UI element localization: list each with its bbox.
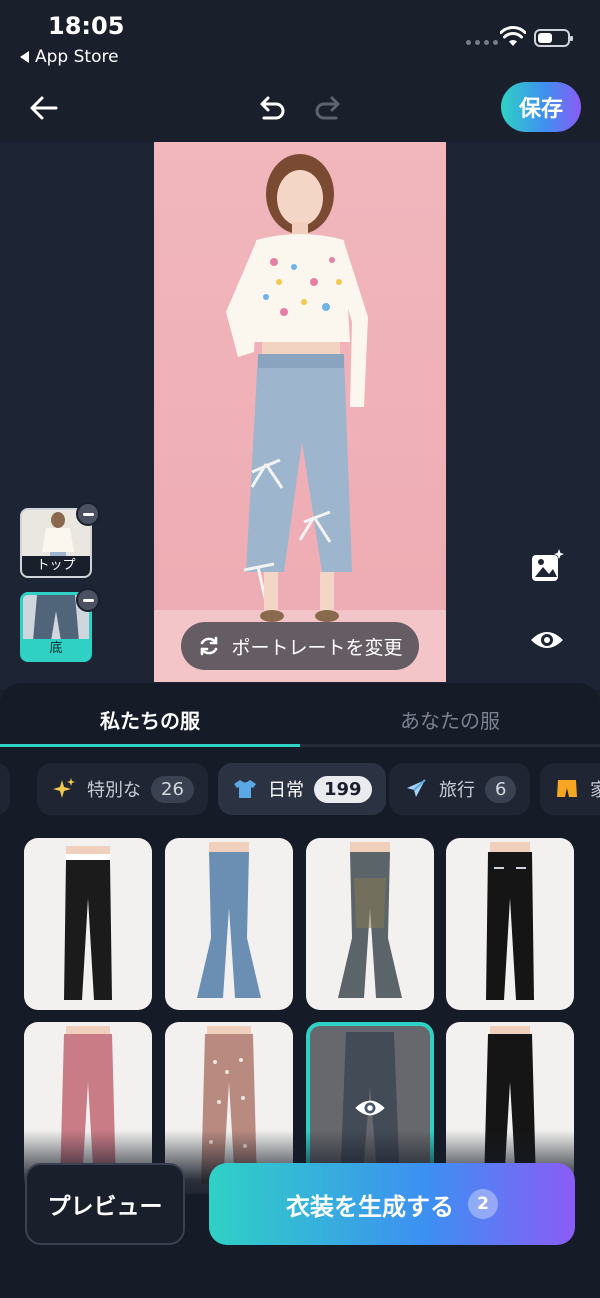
outfit-image — [197, 842, 261, 998]
signal-icon — [466, 40, 498, 45]
redo-icon[interactable] — [308, 88, 348, 128]
airplane-icon — [403, 776, 429, 802]
category-chip-daily[interactable]: 日常 199 — [218, 763, 386, 815]
preview-button[interactable]: プレビュー — [25, 1163, 185, 1245]
category-chip-previous[interactable] — [0, 763, 10, 815]
back-app-label: App Store — [35, 47, 119, 67]
category-chip-home[interactable]: 家 — [540, 763, 600, 815]
wifi-icon — [500, 26, 526, 46]
outfit-item[interactable] — [446, 838, 574, 1010]
back-triangle-icon — [20, 51, 29, 63]
outfit-item[interactable] — [24, 838, 152, 1010]
layer-label-bottom: 底 — [23, 639, 89, 659]
eye-icon[interactable] — [527, 620, 567, 660]
battery-icon — [534, 29, 573, 47]
outfit-item[interactable] — [165, 838, 293, 1010]
refresh-icon — [201, 636, 218, 656]
status-bar: 18:05 App Store — [0, 0, 600, 76]
category-label: 特別な — [87, 780, 141, 801]
change-portrait-label: ポートレートを変更 — [231, 636, 403, 659]
category-label: 家 — [590, 780, 600, 801]
back-to-app-store[interactable]: App Store — [20, 47, 119, 67]
category-chips: 特別な 26 日常 199 旅行 6 家 — [0, 763, 600, 815]
category-label: 日常 — [268, 780, 304, 801]
save-button[interactable]: 保存 — [501, 82, 581, 132]
shorts-icon — [554, 776, 580, 802]
generate-label: 衣装を生成する — [286, 1192, 454, 1221]
outfit-item[interactable] — [306, 838, 434, 1010]
editor-canvas: ポートレートを変更 トップ 底 — [0, 142, 600, 690]
generate-count-badge: 2 — [468, 1189, 498, 1219]
generate-outfit-button[interactable]: 衣装を生成する 2 — [209, 1163, 575, 1245]
change-portrait-button[interactable]: ポートレートを変更 — [181, 622, 419, 670]
category-count: 6 — [485, 775, 517, 803]
tab-your-clothes[interactable]: あなたの服 — [300, 705, 600, 734]
category-chip-travel[interactable]: 旅行 6 — [389, 763, 531, 815]
editor-toolbar: 保存 — [0, 76, 600, 142]
category-chip-special[interactable]: 特別な 26 — [37, 763, 208, 815]
clock: 18:05 — [48, 12, 125, 40]
undo-icon[interactable] — [252, 88, 292, 128]
sparkles-icon — [51, 776, 77, 802]
wardrobe-tabs: 私たちの服 あなたの服 — [0, 683, 600, 747]
tab-our-clothes[interactable]: 私たちの服 — [0, 705, 300, 734]
outfit-image — [486, 842, 534, 1000]
remove-top-layer-button[interactable] — [76, 502, 100, 526]
back-arrow-icon[interactable] — [24, 88, 64, 128]
layer-label-top: トップ — [22, 556, 90, 576]
outfit-image — [64, 846, 112, 1000]
eye-icon — [355, 1100, 385, 1116]
tshirt-icon — [232, 776, 258, 802]
portrait-photo[interactable] — [154, 142, 446, 682]
remove-bottom-layer-button[interactable] — [76, 588, 100, 612]
ai-image-icon[interactable] — [527, 546, 567, 586]
category-count: 199 — [314, 775, 372, 803]
category-count: 26 — [151, 775, 194, 803]
outfit-image — [338, 842, 402, 998]
tab-indicator — [0, 744, 300, 747]
category-label: 旅行 — [439, 780, 475, 801]
model-figure — [226, 154, 368, 622]
